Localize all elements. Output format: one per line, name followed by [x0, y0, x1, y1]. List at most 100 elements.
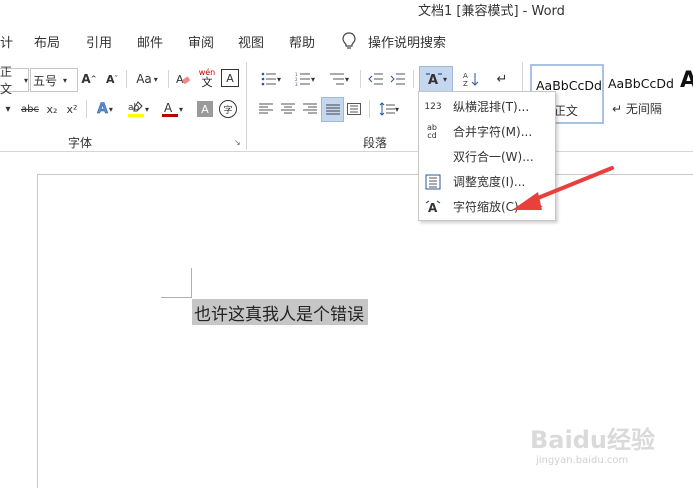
- show-marks-icon[interactable]: ↵: [492, 68, 512, 90]
- divider: [86, 100, 87, 118]
- justify-icon[interactable]: [321, 97, 344, 122]
- align-left-icon[interactable]: [256, 98, 276, 120]
- chevron-down-icon: ▾: [63, 75, 68, 85]
- line-spacing-button[interactable]: ▾: [374, 98, 404, 120]
- margin-mark: [161, 297, 192, 298]
- sort-icon[interactable]: AZ: [461, 68, 481, 90]
- style-sample: AaBbCcDd: [608, 76, 674, 91]
- chevron-down-icon: ▾: [23, 75, 28, 85]
- divider: [168, 70, 169, 88]
- style-name-text: 正文: [553, 104, 578, 118]
- divider: [126, 70, 127, 88]
- font-group-label: 字体: [68, 136, 93, 150]
- divider: [360, 70, 361, 88]
- change-case-button[interactable]: Aa ▾: [132, 68, 162, 90]
- style-name: ↵ 无间隔: [612, 100, 662, 117]
- tab-layout[interactable]: 布局: [34, 32, 60, 51]
- font-color-button[interactable]: A ▾: [158, 98, 186, 120]
- lightbulb-icon: [342, 32, 356, 53]
- clear-formatting-icon[interactable]: A: [174, 68, 192, 90]
- chevron-down-icon: ▾: [108, 104, 113, 114]
- vertical-text-icon: 123: [424, 101, 442, 112]
- align-center-icon[interactable]: [278, 98, 298, 120]
- menu-bar: 计 布局 引用 邮件 审阅 视图 帮助 操作说明搜索: [0, 28, 693, 56]
- svg-text:A: A: [428, 73, 438, 87]
- tab-help[interactable]: 帮助: [289, 32, 315, 51]
- watermark-brand: Baidu经验: [530, 426, 655, 454]
- margin-mark: [191, 268, 192, 298]
- font-name-select[interactable]: 正文 ▾: [0, 65, 29, 96]
- chevron-down-icon: ▾: [442, 74, 447, 84]
- distributed-icon[interactable]: [344, 98, 364, 120]
- superscript-button[interactable]: x²: [64, 98, 80, 120]
- multilevel-list-icon: [329, 73, 344, 85]
- font-name-value: 正文: [0, 65, 13, 96]
- tab-view[interactable]: 视图: [238, 32, 264, 51]
- decrease-indent-icon[interactable]: [366, 68, 386, 90]
- tell-me-search[interactable]: 操作说明搜索: [368, 32, 446, 51]
- font-size-select[interactable]: 五号 ▾: [30, 68, 78, 92]
- fit-width-icon: [425, 174, 441, 190]
- style-name-text: 无间隔: [625, 102, 662, 116]
- menu-item-label: 纵横混排(T)...: [453, 100, 530, 114]
- multilevel-list-button[interactable]: ▾: [324, 68, 354, 90]
- grow-font-icon[interactable]: A ^: [80, 68, 98, 90]
- text-effects-button[interactable]: A ▾: [92, 98, 118, 120]
- selected-text[interactable]: 也许这真我人是个错误: [192, 299, 368, 325]
- divider: [413, 70, 414, 88]
- char-scale-icon: A: [425, 199, 441, 215]
- dialog-launcher-icon[interactable]: ↘: [234, 138, 241, 147]
- change-case-label: Aa: [136, 72, 152, 86]
- paragraph-mark-icon: ↵: [612, 102, 623, 116]
- highlighter-icon: ab: [127, 101, 144, 117]
- chevron-down-icon: ▾: [276, 74, 281, 84]
- tab-review[interactable]: 审阅: [188, 32, 214, 51]
- shrink-font-icon[interactable]: Aˇ: [103, 68, 121, 90]
- line-spacing-icon: [379, 102, 395, 116]
- chevron-down-icon: ▾: [310, 74, 315, 84]
- window-title: 文档1 [兼容模式] - Word: [418, 4, 565, 19]
- menu-item-label: 合并字符(M)...: [453, 125, 533, 139]
- chevron-down-icon: ▾: [153, 74, 158, 84]
- svg-text:3: 3: [295, 82, 298, 86]
- chevron-down-icon[interactable]: ▾: [0, 98, 16, 120]
- menu-item-combine-chars[interactable]: ab cd 合并字符(M)...: [419, 119, 555, 144]
- svg-text:A: A: [463, 72, 468, 80]
- asian-layout-button[interactable]: A ▾: [419, 66, 453, 92]
- bullets-icon: [261, 72, 276, 86]
- char-shading-button[interactable]: A: [197, 101, 213, 117]
- two-lines-icon: [425, 149, 441, 165]
- text-effects-icon: A: [97, 101, 108, 118]
- bullets-button[interactable]: ▾: [256, 68, 286, 90]
- chevron-down-icon: ▾: [178, 104, 183, 114]
- tab-references[interactable]: 引用: [86, 32, 112, 51]
- increase-indent-icon[interactable]: [388, 68, 408, 90]
- paragraph-group-label: 段落: [363, 136, 388, 150]
- numbering-button[interactable]: 123 ▾: [290, 68, 320, 90]
- svg-text:A: A: [164, 101, 173, 115]
- chevron-down-icon: ▾: [344, 74, 349, 84]
- align-right-icon[interactable]: [300, 98, 320, 120]
- strikethrough-button[interactable]: abc: [18, 98, 42, 120]
- chevron-down-icon: ▾: [144, 104, 149, 114]
- pinyin-char: 文: [201, 76, 213, 89]
- font-size-value: 五号: [33, 73, 58, 88]
- baidu-watermark: Baidu经验 jingyan.baidu.com: [530, 420, 655, 466]
- divider: [246, 62, 247, 150]
- annotation-arrow: [512, 166, 614, 210]
- svg-text:Z: Z: [463, 80, 468, 87]
- ribbon: 正文 ▾ 五号 ▾ A ^ Aˇ Aa ▾ A wén 文 A ▾ abc x₂ …: [0, 56, 693, 152]
- menu-item-vertical-text[interactable]: 123 纵横混排(T)...: [419, 94, 555, 119]
- style-no-spacing[interactable]: AaBbCcDd ↵ 无间隔: [604, 64, 676, 120]
- phonetic-guide-button[interactable]: wén 文: [197, 68, 217, 90]
- tab-mailings[interactable]: 邮件: [137, 32, 163, 51]
- enclose-char-button[interactable]: 字: [219, 100, 237, 118]
- tab-design[interactable]: 计: [0, 32, 13, 51]
- char-border-button[interactable]: A: [221, 69, 239, 87]
- numbering-icon: 123: [295, 72, 310, 86]
- title-bar: 文档1 [兼容模式] - Word: [0, 0, 693, 28]
- font-color-icon: A: [161, 101, 178, 117]
- subscript-button[interactable]: x₂: [44, 98, 60, 120]
- style-heading-1[interactable]: A: [680, 68, 693, 93]
- highlight-button[interactable]: ab ▾: [124, 98, 152, 120]
